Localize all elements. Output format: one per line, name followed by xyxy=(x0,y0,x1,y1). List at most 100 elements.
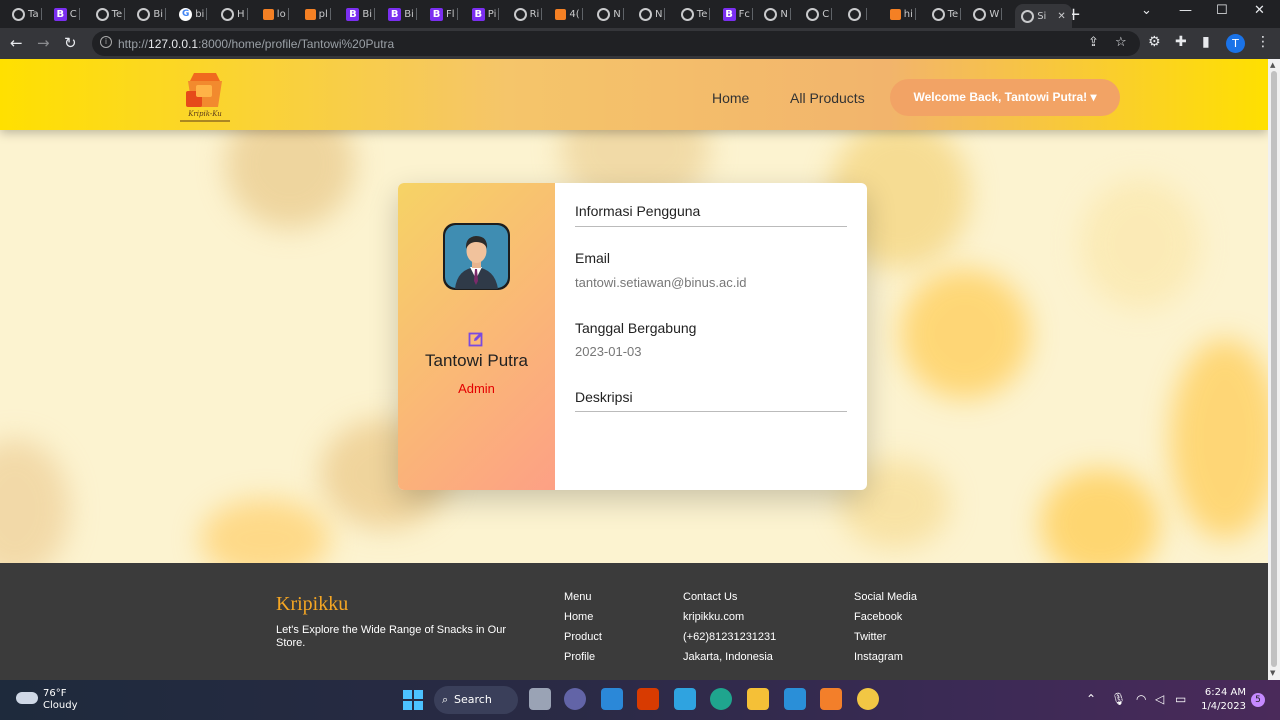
tab-label: W xyxy=(989,8,1000,20)
browser-tab[interactable]: B Fl xyxy=(430,4,458,24)
extensions-puzzle-icon[interactable]: ✚ xyxy=(1175,34,1187,50)
maximize-button[interactable]: ☐ xyxy=(1216,3,1228,18)
browser-tab[interactable]: Te xyxy=(680,4,711,24)
browser-tab[interactable]: B Pi xyxy=(471,4,500,24)
profile-avatar[interactable]: T xyxy=(1226,34,1245,53)
browser-tab[interactable]: C xyxy=(806,4,833,24)
kripikku-logo[interactable]: Kripik-Ku xyxy=(176,65,234,127)
edge-icon[interactable] xyxy=(710,688,732,710)
footer-link-twitter[interactable]: Twitter xyxy=(854,631,917,651)
office-icon[interactable] xyxy=(637,688,659,710)
browser-tab[interactable]: B Fc xyxy=(722,4,753,24)
browser-tab[interactable]: Bi xyxy=(137,4,167,24)
browser-tab[interactable]: pl xyxy=(304,4,331,24)
taskbar-search[interactable]: ⌕ Search xyxy=(434,686,518,714)
laravel-icon xyxy=(262,8,274,20)
bokeh-circle xyxy=(1170,339,1268,539)
notification-badge[interactable]: 5 xyxy=(1251,693,1265,707)
divider xyxy=(575,411,847,412)
minimize-button[interactable]: — xyxy=(1179,3,1192,18)
tab-separator xyxy=(866,8,867,20)
footer-link-profile[interactable]: Profile xyxy=(564,651,602,671)
browser-tab[interactable]: N xyxy=(764,4,791,24)
l-app-icon[interactable] xyxy=(674,688,696,710)
browser-tab[interactable]: B Bi xyxy=(346,4,376,24)
tab-label: Te xyxy=(696,8,708,20)
forward-button[interactable]: → xyxy=(37,34,50,52)
close-window-button[interactable]: ✕ xyxy=(1254,3,1265,18)
globe-icon xyxy=(680,7,694,21)
edit-profile-icon[interactable] xyxy=(468,331,484,347)
footer-link-product[interactable]: Product xyxy=(564,631,602,651)
tab-separator xyxy=(206,8,208,20)
wifi-icon[interactable]: ◠ xyxy=(1136,692,1146,706)
browser-tab[interactable]: B Bi xyxy=(388,4,417,24)
footer-link-facebook[interactable]: Facebook xyxy=(854,611,917,631)
browser-tab[interactable]: Ta xyxy=(12,4,42,24)
browser-tab[interactable] xyxy=(848,4,867,24)
browser-tab[interactable]: H xyxy=(221,4,248,24)
site-info-icon[interactable]: i xyxy=(100,36,112,48)
browser-tab[interactable]: Si ✕ xyxy=(1015,4,1072,28)
footer-link-home[interactable]: Home xyxy=(564,611,602,631)
browser-tab[interactable]: Te xyxy=(95,4,126,24)
scrollbar-thumb[interactable] xyxy=(1271,71,1277,667)
browser-tab[interactable]: Ri xyxy=(513,4,543,24)
profile-role: Admin xyxy=(458,381,495,396)
extension-gear-icon[interactable]: ⚙ xyxy=(1148,34,1161,50)
rocket-icon xyxy=(973,7,987,21)
chrome-icon[interactable] xyxy=(857,688,879,710)
side-panel-icon[interactable]: ▮ xyxy=(1202,34,1210,50)
file-explorer-icon[interactable] xyxy=(747,688,769,710)
nav-all-products-link[interactable]: All Products xyxy=(790,90,865,106)
user-dropdown-button[interactable]: Welcome Back, Tantowi Putra! ▾ xyxy=(890,79,1120,116)
windows-start-icon[interactable] xyxy=(403,690,423,710)
footer-contact-address: Jakarta, Indonesia xyxy=(683,651,773,663)
task-view-icon[interactable] xyxy=(529,688,551,710)
browser-tab[interactable]: lo xyxy=(262,4,289,24)
tray-overflow-icon[interactable]: ⌃ xyxy=(1086,692,1096,706)
back-button[interactable]: ← xyxy=(10,34,23,52)
scroll-down-arrow-icon[interactable]: ▼ xyxy=(1270,669,1275,677)
vscode-icon[interactable] xyxy=(784,688,806,710)
chat-icon[interactable] xyxy=(564,688,586,710)
footer-link-instagram[interactable]: Instagram xyxy=(854,651,917,671)
browser-menu-icon[interactable]: ⋮ xyxy=(1256,34,1270,50)
battery-icon[interactable]: ▭ xyxy=(1175,692,1186,706)
tab-search-icon[interactable]: ⌄ xyxy=(1141,3,1152,18)
scroll-up-arrow-icon[interactable]: ▲ xyxy=(1270,61,1275,69)
xampp-icon[interactable] xyxy=(820,688,842,710)
browser-tab[interactable]: 4( xyxy=(555,4,583,24)
google-icon: G xyxy=(179,7,193,21)
tab-separator xyxy=(246,8,248,20)
browser-tab[interactable]: Gbi xyxy=(179,4,208,24)
tab-label: 4( xyxy=(569,8,580,20)
tab-label: Te xyxy=(947,8,959,20)
tab-separator xyxy=(709,8,711,20)
volume-icon[interactable]: ◁ xyxy=(1155,692,1164,706)
mail-icon[interactable] xyxy=(601,688,623,710)
nav-home-link[interactable]: Home xyxy=(712,90,749,106)
tab-label: Ta xyxy=(28,8,39,20)
user-avatar xyxy=(443,223,510,290)
footer-contact-website[interactable]: kripikku.com xyxy=(683,611,776,631)
globe-icon xyxy=(95,7,109,21)
share-icon[interactable]: ⇪ xyxy=(1088,35,1099,50)
system-clock[interactable]: 6:24 AM 1/4/2023 xyxy=(1200,686,1246,714)
reload-button[interactable]: ↻ xyxy=(64,34,77,52)
globe-icon xyxy=(639,7,652,21)
browser-tab[interactable]: BC xyxy=(53,4,80,24)
globe-icon xyxy=(848,7,861,21)
browser-tab[interactable]: N xyxy=(597,4,624,24)
microphone-icon[interactable]: 🎙 xyxy=(1111,692,1126,706)
browser-tab[interactable]: N xyxy=(639,4,666,24)
bookmark-star-icon[interactable]: ☆ xyxy=(1115,35,1127,50)
page-scrollbar[interactable]: ▲ ▼ xyxy=(1268,59,1280,680)
browser-tab[interactable]: hi xyxy=(889,4,916,24)
user-info-heading: Informasi Pengguna xyxy=(575,203,701,219)
address-bar[interactable]: i http://127.0.0.1:8000/home/profile/Tan… xyxy=(92,31,1140,56)
browser-tab[interactable]: W xyxy=(973,4,1003,24)
close-tab-icon[interactable]: ✕ xyxy=(1057,11,1065,22)
tab-label: Ri xyxy=(529,8,540,20)
browser-tab[interactable]: Te xyxy=(931,4,962,24)
